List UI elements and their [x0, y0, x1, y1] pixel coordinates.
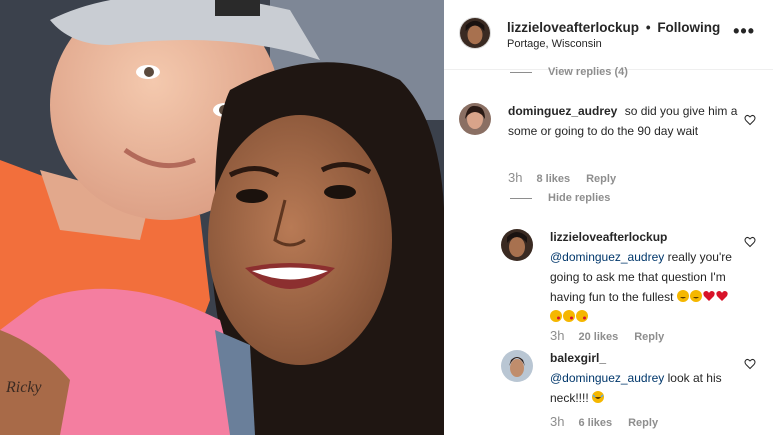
separator-dot: • — [645, 20, 651, 35]
comment-balexgirl: balexgirl_ @dominguez_audrey look at his… — [550, 348, 740, 408]
comment-meta: 3h 20 likes Reply — [550, 328, 664, 343]
comment-lizzie: lizzieloveafterlockup @dominguez_audrey … — [550, 227, 740, 327]
reply-button[interactable]: Reply — [628, 417, 658, 429]
kissing-emoji — [576, 310, 588, 322]
rofl-emoji — [676, 290, 689, 302]
post-location[interactable]: Portage, Wisconsin — [507, 38, 602, 50]
kissing-emoji — [550, 310, 562, 322]
couple-selfie-image: Ricky — [0, 0, 444, 435]
reply-button[interactable]: Reply — [586, 173, 616, 185]
comment-likes[interactable]: 8 likes — [536, 173, 570, 185]
red-heart-emoji — [716, 291, 728, 301]
comment-meta: 3h 6 likes Reply — [550, 414, 658, 429]
commenter-avatar-balexgirl[interactable] — [501, 350, 533, 382]
view-replies-button[interactable]: View replies (4) — [510, 66, 628, 78]
comment-time[interactable]: 3h — [550, 414, 564, 429]
comment-likes[interactable]: 6 likes — [578, 417, 612, 429]
comment-likes[interactable]: 20 likes — [578, 331, 618, 343]
kissing-emoji — [563, 310, 575, 322]
rofl-emoji — [689, 290, 702, 302]
commenter-avatar-dominguez[interactable] — [459, 103, 491, 135]
view-replies-label[interactable]: View replies (4) — [548, 66, 628, 78]
author-line: lizzieloveafterlockup • Following — [507, 20, 720, 35]
like-heart-icon[interactable] — [744, 358, 756, 370]
svg-text:Ricky: Ricky — [5, 379, 42, 396]
comment-mention[interactable]: @dominguez_audrey — [550, 250, 664, 264]
following-button[interactable]: Following — [657, 20, 720, 35]
author-username[interactable]: lizzieloveafterlockup — [507, 20, 639, 35]
hide-replies-label[interactable]: Hide replies — [548, 192, 610, 204]
comment-meta: 3h 8 likes Reply — [508, 170, 616, 185]
laughing-emoji — [592, 391, 605, 403]
like-heart-icon[interactable] — [744, 236, 756, 248]
commenter-avatar-lizzie[interactable] — [501, 229, 533, 261]
comment-time[interactable]: 3h — [550, 328, 564, 343]
comments-panel: lizzieloveafterlockup • Following Portag… — [444, 0, 773, 435]
reply-line-divider — [510, 71, 532, 73]
reply-button[interactable]: Reply — [634, 331, 664, 343]
comment-time[interactable]: 3h — [508, 170, 522, 185]
like-heart-icon[interactable] — [744, 114, 756, 126]
author-avatar[interactable] — [459, 17, 491, 49]
comment-username[interactable]: dominguez_audrey — [508, 104, 617, 118]
red-heart-emoji — [703, 291, 715, 301]
post-header: lizzieloveafterlockup • Following Portag… — [444, 0, 773, 70]
reply-line-divider — [510, 197, 532, 199]
comment-mention[interactable]: @dominguez_audrey — [550, 371, 664, 385]
more-horizontal-icon[interactable]: ••• — [733, 21, 755, 42]
comment-username[interactable]: lizzieloveafterlockup — [550, 230, 667, 244]
comment-dominguez: dominguez_audrey so did you give him a s… — [508, 101, 758, 141]
hide-replies-button[interactable]: Hide replies — [510, 192, 610, 204]
post-photo[interactable]: Ricky — [0, 0, 444, 435]
comment-username[interactable]: balexgirl_ — [550, 351, 606, 365]
